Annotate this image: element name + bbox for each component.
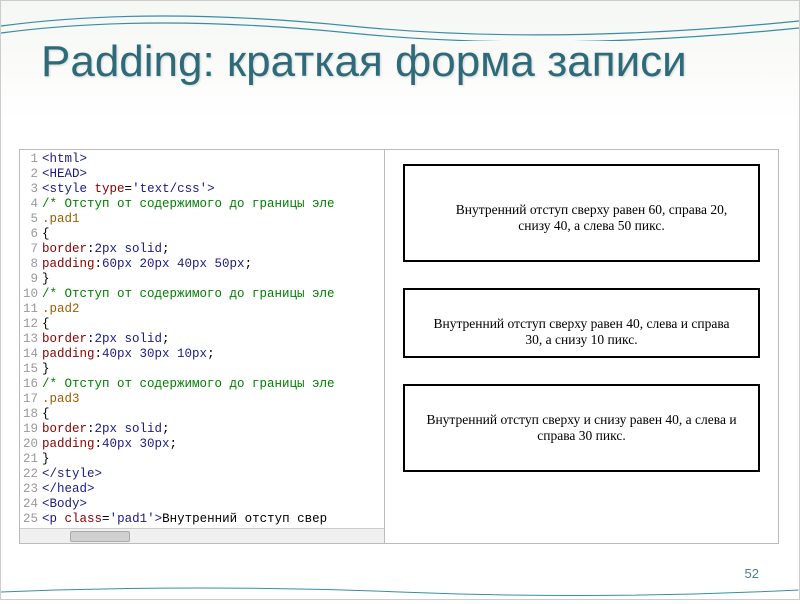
code-line: 6{ (20, 227, 384, 242)
padding-box-3: Внутренний отступ сверху и снизу равен 4… (403, 384, 760, 472)
code-line: 1<html> (20, 152, 384, 167)
code-editor[interactable]: 1<html>2<HEAD>3<style type='text/css'>4/… (20, 150, 385, 543)
code-line: 19border:2px solid; (20, 422, 384, 437)
slide: Padding: краткая форма записи 1<html>2<H… (0, 0, 800, 600)
code-line: 10/* Отступ от содержимого до границы эл… (20, 287, 384, 302)
code-line: 11.pad2 (20, 302, 384, 317)
code-line: 25<p class='pad1'>Внутренний отступ свер (20, 512, 384, 527)
code-line: 8padding:60px 20px 40px 50px; (20, 257, 384, 272)
code-line: 13border:2px solid; (20, 332, 384, 347)
slide-number: 52 (745, 566, 759, 581)
code-line: 12{ (20, 317, 384, 332)
code-line: 20padding:40px 30px; (20, 437, 384, 452)
padding-box-1: Внутренний отступ сверху равен 60, справ… (403, 164, 760, 262)
code-line: 16/* Отступ от содержимого до границы эл… (20, 377, 384, 392)
code-line: 15} (20, 362, 384, 377)
code-line: 14padding:40px 30px 10px; (20, 347, 384, 362)
slide-title: Padding: краткая форма записи (41, 39, 687, 85)
code-line: 5.pad1 (20, 212, 384, 227)
code-line: 18{ (20, 407, 384, 422)
decorative-wave-bottom (1, 584, 799, 599)
code-line: 4/* Отступ от содержимого до границы эле (20, 197, 384, 212)
scrollbar-thumb[interactable] (70, 531, 130, 542)
content-panel: 1<html>2<HEAD>3<style type='text/css'>4/… (19, 149, 779, 544)
code-line: 3<style type='text/css'> (20, 182, 384, 197)
padding-box-2: Внутренний отступ сверху равен 40, слева… (403, 288, 760, 358)
horizontal-scrollbar[interactable] (20, 528, 385, 543)
code-line: 7border:2px solid; (20, 242, 384, 257)
code-line: 22</style> (20, 467, 384, 482)
code-line: 9} (20, 272, 384, 287)
code-line: 17.pad3 (20, 392, 384, 407)
code-line: 24<Body> (20, 497, 384, 512)
code-line: 23</head> (20, 482, 384, 497)
output-preview: Внутренний отступ сверху равен 60, справ… (385, 150, 778, 543)
code-line: 2<HEAD> (20, 167, 384, 182)
code-line: 21} (20, 452, 384, 467)
